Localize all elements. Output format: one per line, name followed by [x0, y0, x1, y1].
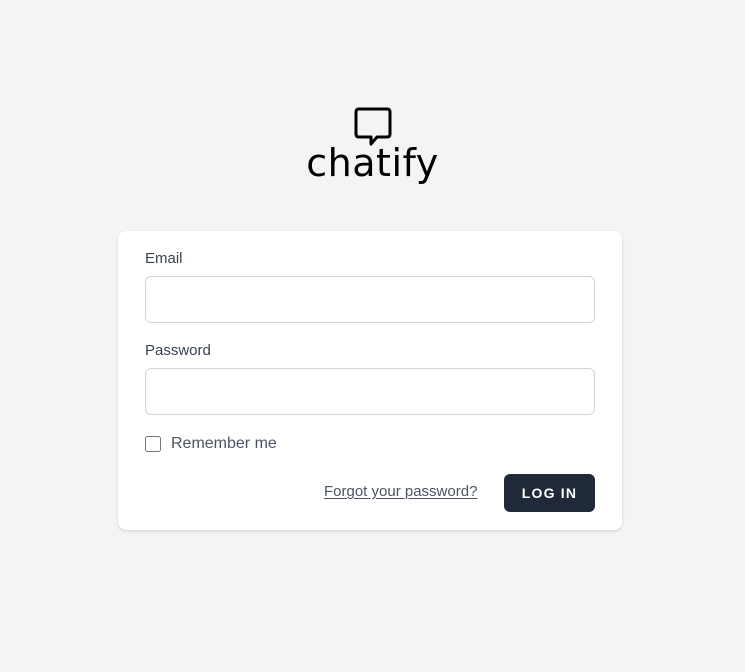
- login-button[interactable]: LOG IN: [504, 474, 595, 512]
- remember-me-label: Remember me: [171, 435, 277, 452]
- remember-me-checkbox[interactable]: [145, 436, 161, 452]
- email-input[interactable]: [145, 276, 595, 323]
- forgot-password-link[interactable]: Forgot your password?: [324, 483, 477, 500]
- login-page: chatify Email Password Remember me Forgo…: [0, 0, 745, 672]
- password-label: Password: [145, 342, 211, 359]
- app-logo[interactable]: chatify: [0, 106, 745, 188]
- email-label: Email: [145, 250, 183, 267]
- password-input[interactable]: [145, 368, 595, 415]
- login-form: Email Password Remember me Forgot your p…: [118, 231, 622, 530]
- app-name: chatify: [306, 141, 439, 185]
- remember-me[interactable]: Remember me: [145, 435, 277, 453]
